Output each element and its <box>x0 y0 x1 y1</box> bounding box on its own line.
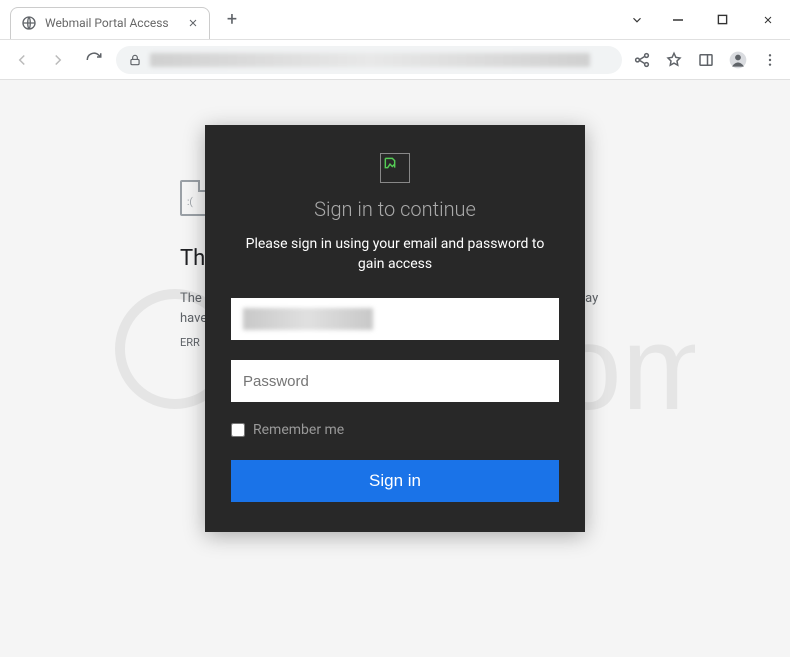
remember-label: Remember me <box>253 422 344 438</box>
broken-image-icon <box>380 153 410 183</box>
page-content: risk.com :( This site can't be reached T… <box>0 80 790 657</box>
menu-icon[interactable] <box>758 48 782 72</box>
new-tab-button[interactable]: + <box>222 9 242 30</box>
email-value-redacted <box>243 308 373 330</box>
modal-subheading: Please sign in using your email and pass… <box>231 235 559 274</box>
password-field[interactable] <box>231 360 559 402</box>
modal-heading: Sign in to continue <box>231 197 559 221</box>
browser-titlebar: Webmail Portal Access + <box>0 0 790 40</box>
star-icon[interactable] <box>662 48 686 72</box>
password-input[interactable] <box>243 373 547 390</box>
url-text <box>150 53 590 67</box>
window-controls <box>619 0 790 40</box>
address-bar[interactable] <box>116 46 622 74</box>
chevron-down-icon[interactable] <box>619 0 655 40</box>
forward-button[interactable] <box>44 46 72 74</box>
remember-checkbox[interactable] <box>231 423 245 437</box>
close-window-button[interactable] <box>745 0 790 40</box>
browser-tab[interactable]: Webmail Portal Access <box>10 7 210 39</box>
signin-modal: Sign in to continue Please sign in using… <box>205 125 585 532</box>
globe-icon <box>21 15 37 31</box>
close-tab-icon[interactable] <box>187 17 199 29</box>
reload-button[interactable] <box>80 46 108 74</box>
profile-icon[interactable] <box>726 48 750 72</box>
browser-toolbar <box>0 40 790 80</box>
tab-title: Webmail Portal Access <box>45 16 169 30</box>
maximize-button[interactable] <box>700 0 745 40</box>
signin-button[interactable]: Sign in <box>231 460 559 502</box>
minimize-button[interactable] <box>655 0 700 40</box>
share-icon[interactable] <box>630 48 654 72</box>
email-field[interactable] <box>231 298 559 340</box>
remember-me[interactable]: Remember me <box>231 422 559 438</box>
panel-icon[interactable] <box>694 48 718 72</box>
lock-icon <box>128 53 142 67</box>
back-button[interactable] <box>8 46 36 74</box>
